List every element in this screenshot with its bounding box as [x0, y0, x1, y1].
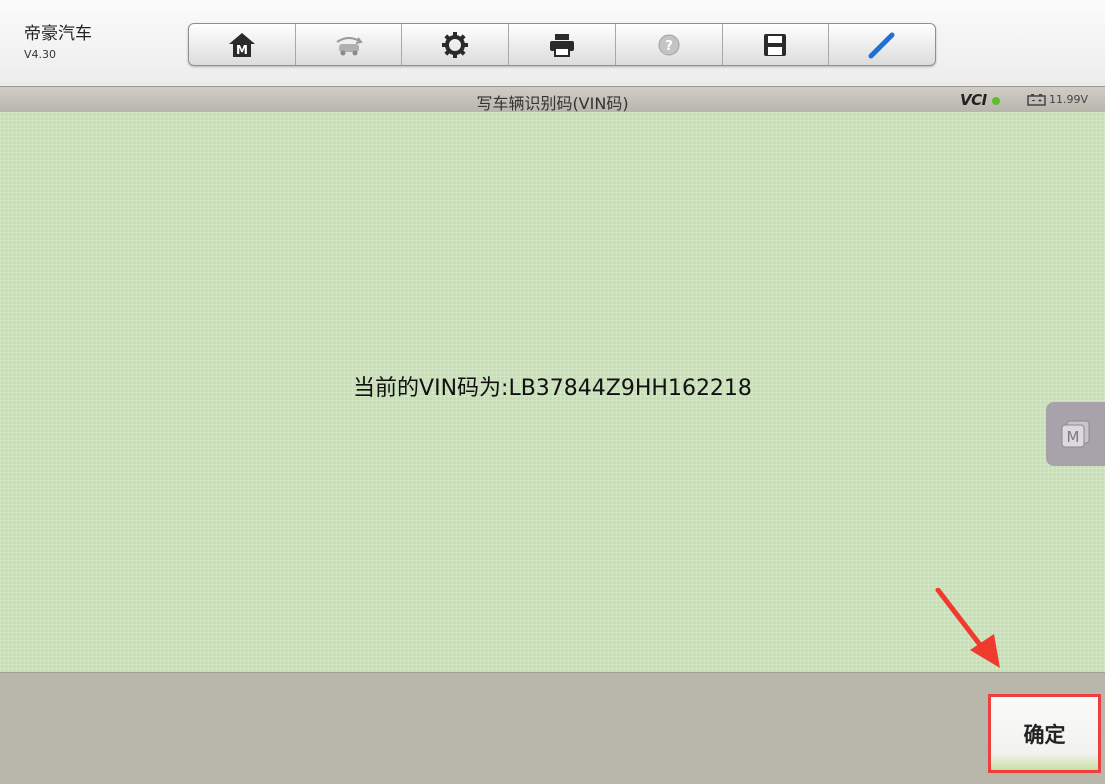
edit-button[interactable] [829, 24, 935, 65]
vehicle-swap-button[interactable] [296, 24, 403, 65]
bottom-bar: 确定 [0, 672, 1105, 784]
battery-voltage: 11.99V [1049, 93, 1089, 106]
floating-m-icon: M [1061, 420, 1089, 448]
vin-message: 当前的VIN码为:LB37844Z9HH162218 [353, 376, 752, 401]
save-button[interactable] [723, 24, 830, 65]
print-icon [550, 33, 575, 57]
vci-status-icon [992, 97, 1000, 105]
floating-menu-button[interactable]: M [1046, 402, 1105, 466]
edit-icon [868, 32, 895, 58]
floating-m-label: M [1066, 428, 1079, 446]
help-icon: ? [658, 34, 680, 55]
app-version: V4.30 [24, 48, 57, 61]
tool-strip: M ? [188, 23, 936, 66]
top-toolbar: 帝豪汽车 V4.30 M ? [0, 0, 1105, 87]
app-name: 帝豪汽车 [24, 24, 92, 44]
svg-text:?: ? [665, 39, 673, 54]
help-button[interactable]: ? [616, 24, 723, 65]
print-button[interactable] [509, 24, 616, 65]
home-icon: M [228, 32, 255, 57]
save-icon [764, 33, 787, 56]
vci-label: VCI [960, 91, 987, 109]
home-button[interactable]: M [189, 24, 296, 65]
confirm-button[interactable]: 确定 [988, 694, 1101, 773]
home-badge: M [236, 43, 248, 57]
red-arrow-indicator [935, 588, 1000, 668]
title-bar: 写车辆识别码(VIN码) VCI 11.99V [0, 86, 1105, 113]
settings-button[interactable] [402, 24, 510, 65]
battery-icon [1027, 94, 1046, 106]
settings-icon [442, 31, 469, 58]
page-title: 写车辆识别码(VIN码) [476, 94, 629, 113]
vehicle-swap-icon [336, 36, 363, 55]
